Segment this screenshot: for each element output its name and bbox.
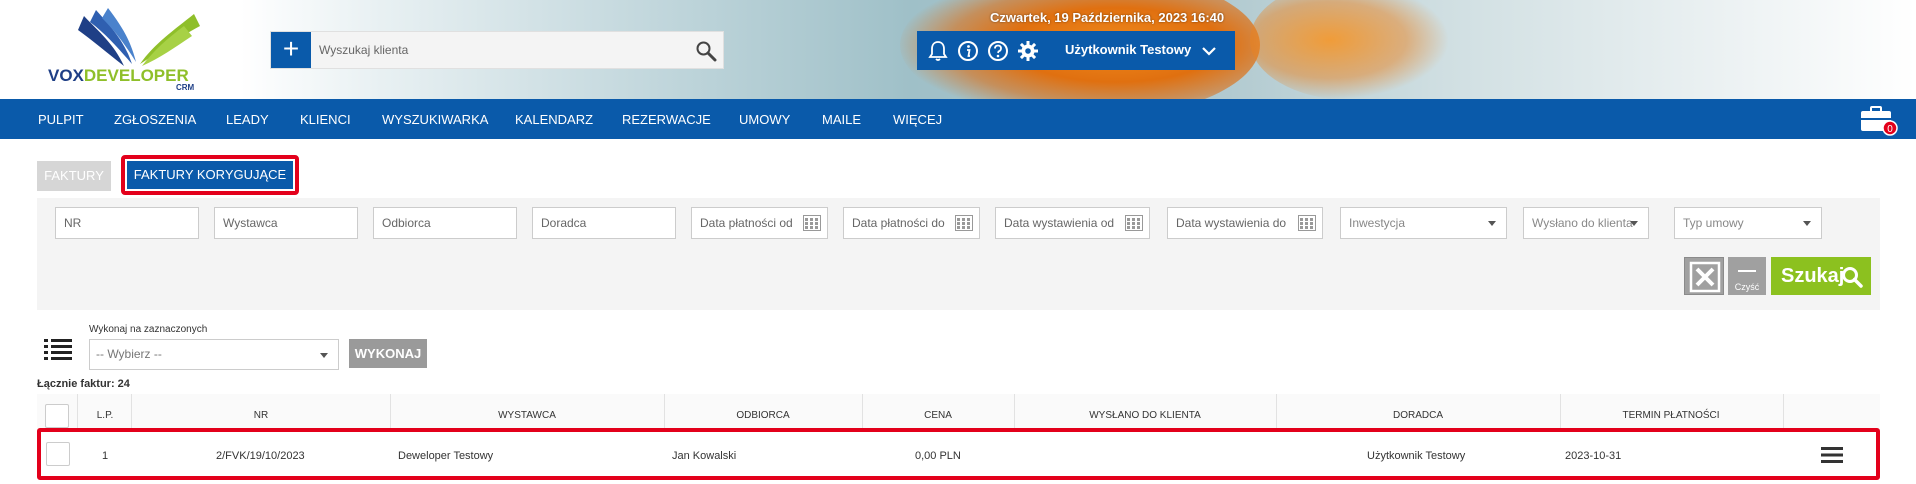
tab-faktury-korygujace[interactable]: FAKTURY KORYGUJĄCE — [127, 161, 293, 189]
column-header-cena[interactable]: CENA — [924, 410, 952, 421]
cell-cena: 0,00 PLN — [915, 450, 961, 462]
magnifier-icon — [1842, 267, 1863, 288]
logo-wordmark: VOXDEVELOPER — [48, 66, 189, 85]
filter-data-platnosci-do[interactable]: Data płatności do — [843, 207, 980, 239]
filter-data-platnosci-do-label: Data płatności do — [852, 216, 945, 230]
tab-faktury[interactable]: FAKTURY — [37, 161, 111, 191]
filter-data-wystawienia-do[interactable]: Data wystawienia do — [1167, 207, 1323, 239]
clear-filters-label: Czyść — [1734, 282, 1760, 292]
total-invoices: Łącznie faktur: 24 — [37, 378, 130, 390]
nav-item-leady[interactable]: LEADY — [226, 112, 269, 127]
bulk-action-select[interactable]: -- Wybierz -- — [89, 339, 339, 370]
briefcase-icon[interactable]: 0 — [1858, 104, 1898, 136]
logo-crm-label: CRM — [176, 83, 195, 92]
hamburger-menu-icon[interactable] — [1821, 446, 1843, 464]
chevron-down-icon[interactable] — [1201, 43, 1217, 59]
filter-wystawca-input[interactable]: Wystawca — [214, 207, 358, 239]
filter-odbiorca-input[interactable]: Odbiorca — [373, 207, 517, 239]
calendar-icon[interactable] — [1298, 215, 1316, 231]
excel-icon — [1689, 261, 1721, 293]
search-icon[interactable] — [695, 40, 717, 62]
search-button-label: Szukaj — [1781, 265, 1845, 287]
info-icon[interactable] — [957, 40, 979, 62]
header: VOXDEVELOPER CRM + Czwartek, 19 Paździer… — [0, 0, 1916, 99]
nav-item-pulpit[interactable]: PULPIT — [38, 112, 84, 127]
dropdown-arrow-icon — [1630, 221, 1638, 226]
add-client-button[interactable]: + — [271, 32, 311, 68]
cell-doradca: Użytkownik Testowy — [1367, 450, 1466, 462]
filter-inwestycja-label: Inwestycja — [1349, 216, 1406, 230]
filter-data-platnosci-od[interactable]: Data płatności od — [691, 207, 828, 239]
calendar-icon[interactable] — [803, 215, 821, 231]
nav-item-wiecej[interactable]: WIĘCEJ — [893, 112, 942, 127]
dash-icon — [1738, 270, 1756, 272]
main-nav: PULPIT ZGŁOSZENIA LEADY KLIENCI WYSZUKIW… — [0, 99, 1916, 139]
filter-data-wystawienia-od-label: Data wystawienia od — [1004, 216, 1115, 230]
current-datetime: Czwartek, 19 Października, 2023 16:40 — [990, 10, 1225, 25]
cell-lp: 1 — [102, 450, 109, 462]
column-header-odbiorca[interactable]: ODBIORCA — [736, 410, 789, 421]
export-excel-button[interactable] — [1684, 257, 1724, 295]
clear-filters-button[interactable]: Czyść — [1728, 257, 1766, 295]
list-view-icon[interactable] — [44, 338, 72, 362]
filter-doradca-input[interactable]: Doradca — [532, 207, 676, 239]
row-checkbox[interactable] — [46, 442, 70, 466]
cell-nr[interactable]: 2/FVK/19/10/2023 — [216, 450, 305, 462]
filter-typ-umowy-label: Typ umowy — [1683, 216, 1744, 230]
help-icon[interactable] — [987, 40, 1009, 62]
calendar-icon[interactable] — [955, 215, 973, 231]
client-search-box: + — [270, 31, 724, 69]
execute-button[interactable]: WYKONAJ — [349, 339, 427, 368]
select-all-checkbox[interactable] — [45, 404, 69, 428]
nav-item-wyszukiwarka[interactable]: WYSZUKIWARKA — [382, 112, 488, 127]
filter-wyslano-label: Wysłano do klienta — [1532, 216, 1633, 230]
client-search-input[interactable] — [319, 40, 659, 60]
column-header-wyslano[interactable]: WYSŁANO DO KLIENTA — [1089, 410, 1201, 421]
filter-inwestycja-select[interactable]: Inwestycja — [1340, 207, 1507, 239]
bulk-action-label: Wykonaj na zaznaczonych — [89, 324, 208, 335]
filter-data-platnosci-od-label: Data płatności od — [700, 216, 793, 230]
column-header-lp[interactable]: L.P. — [97, 410, 114, 421]
dropdown-arrow-icon — [1488, 221, 1496, 226]
nav-item-maile[interactable]: MAILE — [822, 112, 861, 127]
cell-termin: 2023-10-31 — [1565, 450, 1622, 462]
nav-item-zgloszenia[interactable]: ZGŁOSZENIA — [114, 112, 196, 127]
user-name[interactable]: Użytkownik Testowy — [1065, 42, 1191, 57]
calendar-icon[interactable] — [1125, 215, 1143, 231]
nav-item-umowy[interactable]: UMOWY — [739, 112, 790, 127]
filter-wyslano-select[interactable]: Wysłano do klienta — [1523, 207, 1649, 239]
filter-typ-umowy-select[interactable]: Typ umowy — [1674, 207, 1822, 239]
filter-data-wystawienia-do-label: Data wystawienia do — [1176, 216, 1287, 230]
dropdown-arrow-icon — [1803, 221, 1811, 226]
column-header-doradca[interactable]: DORADCA — [1393, 410, 1443, 421]
bell-icon[interactable] — [927, 40, 949, 62]
nav-item-klienci[interactable]: KLIENCI — [300, 112, 351, 127]
dropdown-arrow-icon — [320, 353, 328, 358]
column-header-nr[interactable]: NR — [254, 410, 268, 421]
nav-item-kalendarz[interactable]: KALENDARZ — [515, 112, 593, 127]
user-bar: Użytkownik Testowy — [917, 31, 1235, 70]
filter-data-wystawienia-od[interactable]: Data wystawienia od — [995, 207, 1150, 239]
search-button[interactable]: Szukaj — [1771, 257, 1871, 295]
bulk-action-select-value: -- Wybierz -- — [96, 347, 162, 361]
nav-item-rezerwacje[interactable]: REZERWACJE — [622, 112, 711, 127]
filter-nr-input[interactable]: NR — [55, 207, 199, 239]
gear-icon[interactable] — [1017, 40, 1039, 62]
cell-wystawca: Deweloper Testowy — [398, 450, 494, 462]
app-root: VOXDEVELOPER CRM + Czwartek, 19 Paździer… — [0, 0, 1916, 484]
column-header-termin[interactable]: TERMIN PŁATNOŚCI — [1622, 410, 1719, 421]
column-header-wystawca[interactable]: WYSTAWCA — [498, 410, 556, 421]
briefcase-count-badge: 0 — [1887, 124, 1893, 135]
cell-odbiorca: Jan Kowalski — [672, 450, 737, 462]
